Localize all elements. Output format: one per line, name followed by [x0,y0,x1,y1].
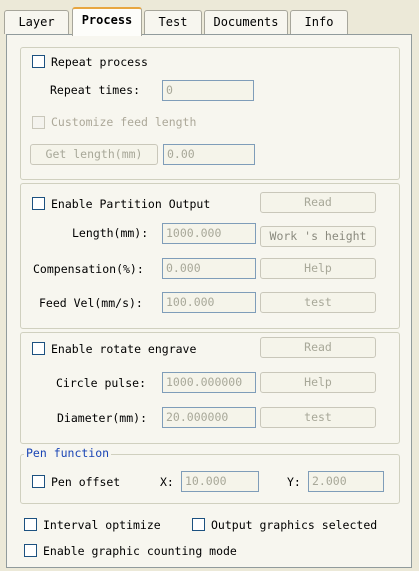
pen-y-label: Y: [287,475,301,489]
pen-function-title: Pen function [24,446,112,460]
repeat-process-label: Repeat process [51,55,148,69]
feed-vel-input[interactable]: 100.000 [162,292,256,313]
rotate-help-button[interactable]: Help [260,372,376,393]
partition-test-button[interactable]: test [260,292,376,313]
feed-length-input[interactable]: 0.00 [163,144,255,165]
interval-optimize-checkbox[interactable] [24,518,37,531]
tab-process[interactable]: Process [72,7,142,36]
circle-pulse-input[interactable]: 1000.000000 [162,372,256,393]
repeat-process-checkbox[interactable] [32,55,45,68]
pen-y-input[interactable]: 2.000 [308,471,384,492]
circle-pulse-label: Circle pulse: [56,376,147,390]
rotate-test-button[interactable]: test [260,407,376,428]
diameter-input[interactable]: 20.000000 [162,407,256,428]
customize-feed-label: Customize feed length [51,115,197,129]
partition-help-button[interactable]: Help [260,258,376,279]
output-selected-label: Output graphics selected [211,518,378,532]
enable-rotate-checkbox[interactable] [32,342,45,355]
partition-length-label: Length(mm): [72,226,149,240]
tab-strip: Layer Process Test Documents Info [0,0,419,36]
compensation-input[interactable]: 0.000 [162,258,256,279]
tab-layer[interactable]: Layer [4,10,69,34]
enable-rotate-label: Enable rotate engrave [51,342,197,356]
enable-partition-label: Enable Partition Output [51,197,211,211]
graphic-counting-label: Enable graphic counting mode [43,544,237,558]
works-height-button[interactable]: Work 's height [260,226,376,247]
enable-partition-checkbox[interactable] [32,197,45,210]
tab-documents[interactable]: Documents [204,10,288,34]
output-selected-checkbox[interactable] [192,518,205,531]
customize-feed-checkbox[interactable] [32,116,45,129]
partition-read-button[interactable]: Read [260,192,376,213]
tab-test[interactable]: Test [144,10,202,34]
partition-length-input[interactable]: 1000.000 [162,223,256,244]
interval-optimize-label: Interval optimize [43,518,161,532]
pen-offset-label: Pen offset [51,475,121,489]
compensation-label: Compensation(%): [33,262,144,276]
pen-offset-checkbox[interactable] [32,475,45,488]
pen-x-input[interactable]: 10.000 [181,471,259,492]
repeat-times-label: Repeat times: [50,83,141,97]
pen-x-label: X: [160,475,174,489]
rotate-read-button[interactable]: Read [260,337,376,358]
get-length-button[interactable]: Get length(mm) [30,144,158,165]
tab-info[interactable]: Info [290,10,348,34]
repeat-times-input[interactable]: 0 [162,80,254,101]
graphic-counting-checkbox[interactable] [24,544,37,557]
feed-vel-label: Feed Vel(mm/s): [39,296,143,310]
diameter-label: Diameter(mm): [57,411,148,425]
